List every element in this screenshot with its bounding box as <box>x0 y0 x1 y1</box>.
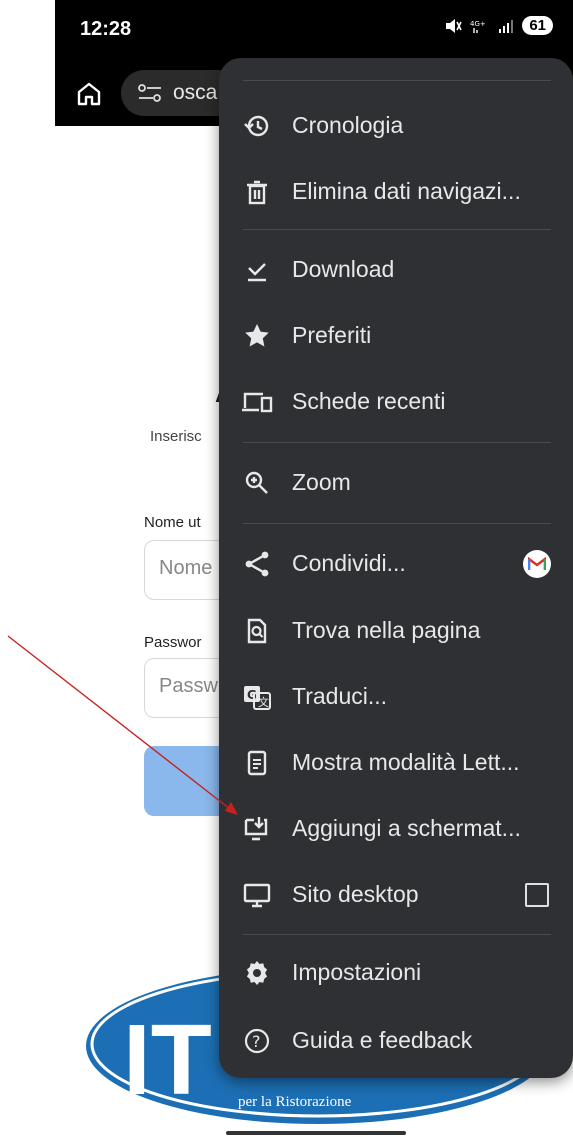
menu-divider <box>243 229 551 230</box>
home-icon <box>77 82 101 106</box>
menu-item-clear-data[interactable]: Elimina dati navigazi... <box>219 164 573 220</box>
network-icon: 4G+ <box>470 20 486 33</box>
trash-icon <box>241 176 273 208</box>
status-bar: 12:28 4G+ 61 <box>55 0 573 62</box>
page-description: Inserisc <box>150 428 202 445</box>
star-icon <box>241 320 273 352</box>
menu-label: Trova nella pagina <box>292 617 481 643</box>
menu-item-desktop-site[interactable]: Sito desktop <box>219 867 573 923</box>
reader-mode-icon <box>241 747 273 779</box>
menu-label: Elimina dati navigazi... <box>292 178 521 204</box>
menu-item-bookmarks[interactable]: Preferiti <box>219 308 573 364</box>
menu-label: Cronologia <box>292 112 404 138</box>
signal-icon <box>499 19 514 33</box>
svg-text:G: G <box>247 688 257 702</box>
status-time: 12:28 <box>80 18 132 40</box>
zoom-icon <box>241 467 273 499</box>
username-placeholder: Nome <box>159 557 213 579</box>
mute-icon <box>446 18 463 33</box>
history-icon <box>241 110 273 142</box>
menu-item-help[interactable]: ? Guida e feedback <box>219 1013 573 1069</box>
desktop-icon <box>241 879 273 911</box>
menu-item-recent-tabs[interactable]: Schede recenti <box>219 374 573 430</box>
svg-text:per la Ristorazione: per la Ristorazione <box>238 1094 352 1110</box>
home-button[interactable] <box>73 78 105 110</box>
desktop-site-checkbox[interactable] <box>523 881 551 909</box>
svg-text:文: 文 <box>258 695 269 709</box>
add-to-homescreen-icon <box>241 813 273 845</box>
menu-divider <box>243 523 551 524</box>
devices-icon <box>241 386 273 418</box>
menu-label: Aggiungi a schermat... <box>292 815 521 841</box>
settings-icon <box>241 957 273 989</box>
menu-label: Mostra modalità Lett... <box>292 749 520 775</box>
svg-text:IT: IT <box>123 1004 212 1116</box>
menu-top-divider <box>243 80 551 81</box>
battery-indicator: 61 <box>522 16 553 35</box>
gesture-bar <box>226 1131 406 1135</box>
find-in-page-icon <box>241 615 273 647</box>
menu-label: Traduci... <box>292 683 388 709</box>
menu-label: Download <box>292 256 395 282</box>
password-label: Passwor <box>144 634 202 651</box>
svg-text:?: ? <box>252 1032 261 1051</box>
menu-divider <box>243 442 551 443</box>
menu-item-reader-mode[interactable]: Mostra modalità Lett... <box>219 735 573 791</box>
menu-item-download[interactable]: Download <box>219 242 573 298</box>
menu-label: Condividi... <box>292 550 406 576</box>
menu-label: Zoom <box>292 469 351 495</box>
menu-label: Preferiti <box>292 322 372 348</box>
site-settings-icon[interactable] <box>137 82 165 104</box>
download-icon <box>241 254 273 286</box>
menu-item-translate[interactable]: G文 Traduci... <box>219 669 573 725</box>
menu-label: Sito desktop <box>292 881 419 907</box>
translate-icon: G文 <box>241 681 273 713</box>
password-placeholder: Passw <box>159 675 218 697</box>
menu-item-add-to-homescreen[interactable]: Aggiungi a schermat... <box>219 801 573 857</box>
menu-item-zoom[interactable]: Zoom <box>219 455 573 511</box>
menu-item-settings[interactable]: Impostazioni <box>219 945 573 1001</box>
gmail-icon <box>523 550 551 578</box>
menu-label: Schede recenti <box>292 388 446 414</box>
status-icons: 4G+ 61 <box>444 16 553 35</box>
menu-divider <box>243 934 551 935</box>
share-icon <box>241 548 273 580</box>
url-text: osca <box>173 81 218 104</box>
checkbox-unchecked <box>525 883 549 907</box>
username-label: Nome ut <box>144 514 201 531</box>
gmail-share-shortcut[interactable] <box>523 550 551 578</box>
menu-label: Impostazioni <box>292 959 422 985</box>
help-icon: ? <box>241 1025 273 1057</box>
menu-item-share[interactable]: Condividi... <box>219 536 573 592</box>
menu-item-history[interactable]: Cronologia <box>219 98 573 154</box>
menu-item-find-in-page[interactable]: Trova nella pagina <box>219 603 573 659</box>
menu-label: Guida e feedback <box>292 1027 473 1053</box>
svg-text:4G+: 4G+ <box>470 20 486 28</box>
browser-overflow-menu: Cronologia Elimina dati navigazi... Down… <box>219 58 573 1078</box>
